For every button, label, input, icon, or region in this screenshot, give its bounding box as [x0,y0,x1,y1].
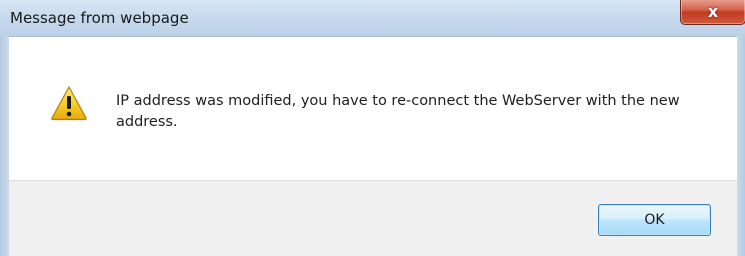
close-button[interactable]: x [680,0,745,25]
message-text: IP address was modified, you have to re-… [116,93,680,130]
close-icon: x [707,1,719,21]
window-title: Message from webpage [10,9,189,27]
dialog-window: Message from webpage x IP address was mo… [0,0,745,256]
warning-icon [51,86,87,121]
window-frame-right [737,36,745,256]
window-frame-left [0,36,9,256]
title-bar[interactable]: Message from webpage x [0,0,745,36]
message-area: IP address was modified, you have to re-… [9,36,737,181]
ok-button[interactable]: OK [598,204,711,236]
button-bar: OK [9,180,737,256]
